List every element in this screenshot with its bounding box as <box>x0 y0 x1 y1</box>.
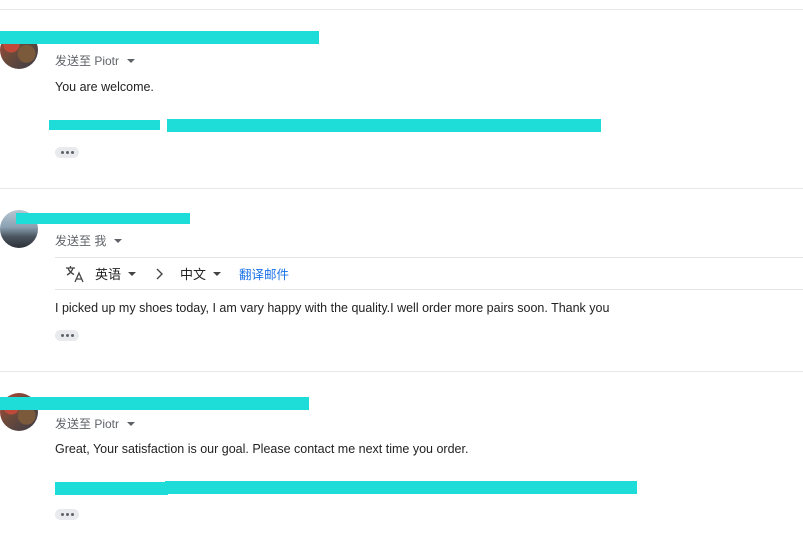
redacted-quote-header <box>55 482 168 495</box>
recipient-label: 发送至 Piotr <box>55 417 120 431</box>
chevron-down-icon <box>127 59 136 63</box>
message-body: I picked up my shoes today, I am vary ha… <box>55 301 610 315</box>
more-icon-dot <box>70 513 74 516</box>
recipient-details-toggle[interactable]: 发送至 我 <box>55 232 123 249</box>
more-icon <box>60 151 64 154</box>
redacted-sender-name <box>0 31 319 44</box>
chevron-down-icon <box>128 272 137 276</box>
chevron-down-icon <box>127 422 136 426</box>
recipient-label: 发送至 Piotr <box>55 54 120 68</box>
top-divider <box>0 9 803 10</box>
more-icon-dot <box>70 334 74 337</box>
message-divider <box>0 188 803 189</box>
recipient-details-toggle[interactable]: 发送至 Piotr <box>55 415 136 432</box>
message-body: Great, Your satisfaction is our goal. Pl… <box>55 442 469 456</box>
chevron-right-icon <box>150 268 168 280</box>
redacted-quote-email <box>167 119 601 132</box>
show-trimmed-content-button[interactable] <box>55 147 79 158</box>
more-icon <box>60 513 64 516</box>
message-divider <box>0 371 803 372</box>
show-trimmed-content-button[interactable] <box>55 509 79 520</box>
chevron-down-icon <box>114 239 123 243</box>
more-icon-dot <box>65 334 69 337</box>
redacted-quote-email <box>165 481 637 494</box>
recipient-details-toggle[interactable]: 发送至 Piotr <box>55 52 136 69</box>
more-icon <box>60 334 64 337</box>
source-language-label: 英语 <box>95 267 122 282</box>
source-language-select[interactable]: 英语 <box>95 264 137 283</box>
show-trimmed-content-button[interactable] <box>55 330 79 341</box>
translate-message-link[interactable]: 翻译邮件 <box>239 264 289 283</box>
recipient-label: 发送至 我 <box>55 234 107 248</box>
redacted-sender-name <box>16 213 190 224</box>
chevron-down-icon <box>213 272 222 276</box>
translation-bar: 英语 中文 翻译邮件 <box>55 257 803 290</box>
more-icon-dot <box>70 151 74 154</box>
redacted-quote-header <box>49 120 160 130</box>
target-language-select[interactable]: 中文 <box>180 264 222 283</box>
message-body: You are welcome. <box>55 80 154 94</box>
target-language-label: 中文 <box>180 267 207 282</box>
more-icon-dot <box>65 151 69 154</box>
more-icon-dot <box>65 513 69 516</box>
translate-icon <box>65 264 87 284</box>
redacted-sender-name <box>0 397 309 410</box>
